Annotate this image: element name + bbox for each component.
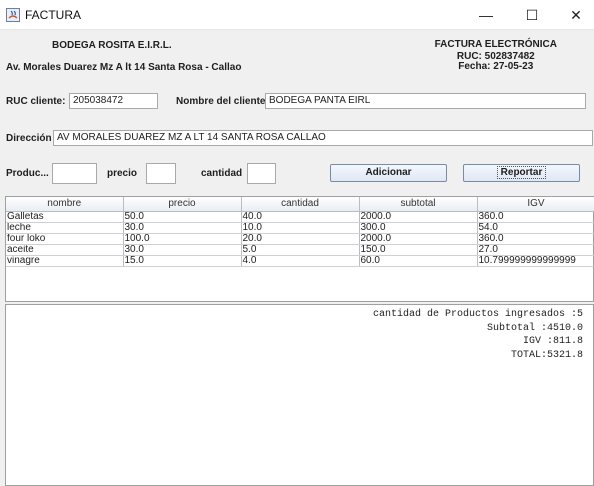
table-cell[interactable]: 4.0: [241, 255, 360, 267]
maximize-icon: ☐: [525, 6, 539, 23]
table-cell[interactable]: 40.0: [241, 211, 360, 223]
table-row[interactable]: Galletas 50.0 40.0 2000.0 360.0: [6, 211, 594, 223]
products-table[interactable]: nombre precio cantidad subtotal IGV Gall…: [5, 196, 594, 302]
table-cell[interactable]: Galletas: [6, 211, 124, 223]
maximize-button[interactable]: ☐: [509, 0, 555, 30]
java-app-icon: [6, 8, 20, 22]
table-cell[interactable]: 150.0: [359, 244, 478, 256]
product-label: Produc...: [6, 168, 49, 179]
table-cell[interactable]: 5.0: [241, 244, 360, 256]
product-count-line: cantidad de Productos ingresados :5: [372, 309, 583, 320]
add-button[interactable]: Adicionar: [330, 164, 447, 182]
add-button-label: Adicionar: [365, 167, 412, 178]
client-name-input[interactable]: BODEGA PANTA EIRL: [265, 93, 586, 109]
table-cell[interactable]: 100.0: [123, 233, 242, 245]
subtotal-line: Subtotal :4510.0: [486, 323, 583, 334]
table-cell[interactable]: 20.0: [241, 233, 360, 245]
product-input[interactable]: [52, 163, 97, 184]
total-line: TOTAL:5321.8: [510, 350, 583, 361]
table-cell[interactable]: 15.0: [123, 255, 242, 267]
minimize-icon: —: [479, 7, 493, 23]
close-icon: ✕: [570, 6, 582, 23]
table-cell[interactable]: 10.799999999999999: [477, 255, 594, 267]
title-bar[interactable]: FACTURA — ☐ ✕: [0, 0, 594, 30]
table-cell[interactable]: vinagre: [6, 255, 124, 267]
column-header-igv[interactable]: IGV: [477, 197, 594, 212]
ruc-client-input[interactable]: 205038472: [69, 93, 158, 109]
table-cell[interactable]: 360.0: [477, 211, 594, 223]
company-name: BODEGA ROSITA E.I.R.L.: [52, 40, 172, 51]
table-cell[interactable]: 10.0: [241, 222, 360, 234]
invoice-info: FACTURA ELECTRÓNICA RUC: 502837482 Fecha…: [435, 40, 557, 72]
table-row[interactable]: aceite 30.0 5.0 150.0 27.0: [6, 244, 594, 256]
column-header-nombre[interactable]: nombre: [6, 197, 124, 212]
company-address: Av. Morales Duarez Mz A lt 14 Santa Rosa…: [6, 62, 242, 73]
ruc-client-label: RUC cliente:: [6, 96, 66, 107]
report-button[interactable]: Reportar: [463, 164, 580, 182]
price-label: precio: [107, 168, 138, 179]
quantity-input[interactable]: [247, 163, 276, 184]
column-header-precio[interactable]: precio: [123, 197, 242, 212]
address-input[interactable]: AV MORALES DUAREZ MZ A LT 14 SANTA ROSA …: [53, 130, 593, 146]
invoice-date: Fecha: 27-05-23: [458, 61, 534, 72]
table-cell[interactable]: aceite: [6, 244, 124, 256]
table-cell[interactable]: 2000.0: [359, 233, 478, 245]
table-row[interactable]: leche 30.0 10.0 300.0 54.0: [6, 222, 594, 234]
table-cell[interactable]: 300.0: [359, 222, 478, 234]
client-name-label: Nombre del cliente:: [176, 96, 269, 107]
table-cell[interactable]: four loko: [6, 233, 124, 245]
window-title: FACTURA: [25, 8, 82, 22]
table-header-row: nombre precio cantidad subtotal IGV: [6, 197, 594, 212]
table-cell[interactable]: 360.0: [477, 233, 594, 245]
table-cell[interactable]: 30.0: [123, 244, 242, 256]
column-header-subtotal[interactable]: subtotal: [359, 197, 478, 212]
quantity-label: cantidad: [201, 168, 243, 179]
table-cell[interactable]: 54.0: [477, 222, 594, 234]
table-cell[interactable]: leche: [6, 222, 124, 234]
table-cell[interactable]: 2000.0: [359, 211, 478, 223]
table-cell[interactable]: 60.0: [359, 255, 478, 267]
table-cell[interactable]: 27.0: [477, 244, 594, 256]
close-button[interactable]: ✕: [553, 0, 594, 30]
price-input[interactable]: [146, 163, 176, 184]
minimize-button[interactable]: —: [463, 0, 509, 30]
table-cell[interactable]: 50.0: [123, 211, 242, 223]
column-header-cantidad[interactable]: cantidad: [241, 197, 360, 212]
table-cell[interactable]: 30.0: [123, 222, 242, 234]
igv-line: IGV :811.8: [522, 336, 583, 347]
table-row[interactable]: vinagre 15.0 4.0 60.0 10.799999999999999: [6, 255, 594, 267]
table-row[interactable]: four loko 100.0 20.0 2000.0 360.0: [6, 233, 594, 245]
address-label: Dirección: [6, 133, 52, 144]
invoice-title: FACTURA ELECTRÓNICA: [434, 39, 557, 50]
report-text-area[interactable]: cantidad de Productos ingresados :5 Subt…: [5, 304, 594, 486]
report-button-label: Reportar: [496, 166, 547, 179]
